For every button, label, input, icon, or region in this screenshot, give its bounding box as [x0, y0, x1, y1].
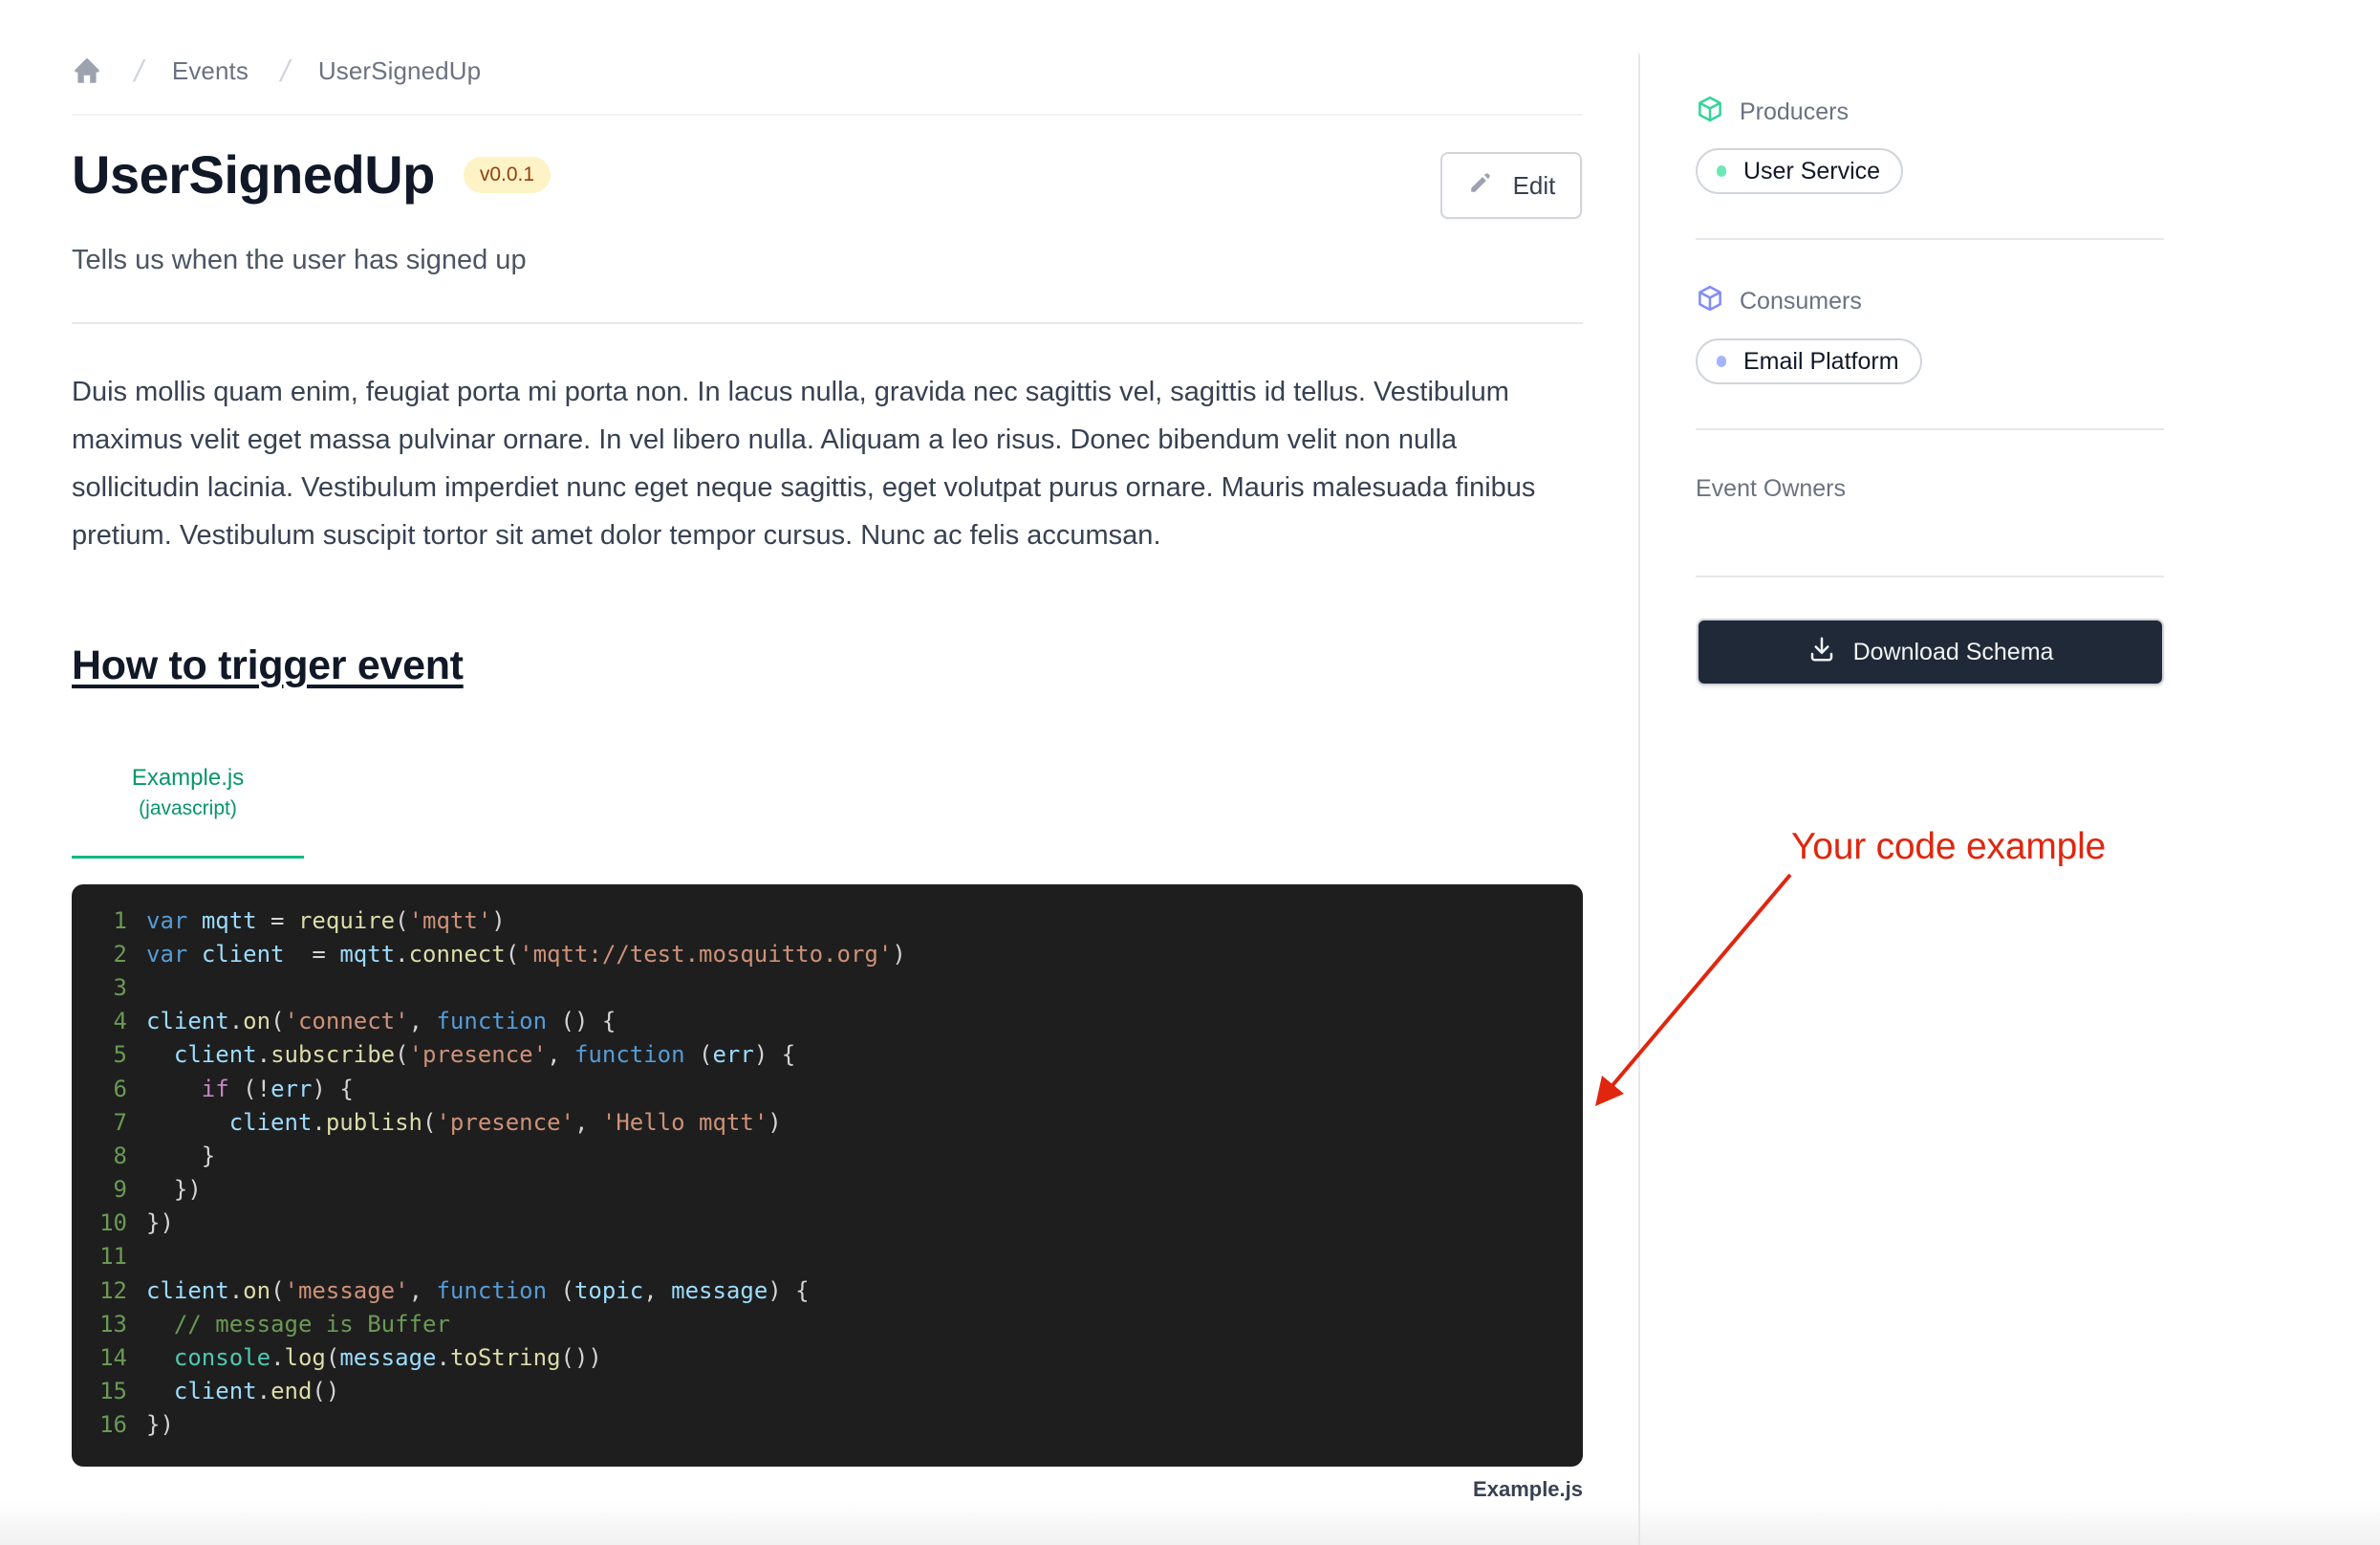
code-line: 11: [72, 1240, 1583, 1273]
code-text: client.end(): [173, 1378, 340, 1405]
code-text: if (!err) {: [201, 1075, 354, 1102]
title-row: UserSignedUp v0.0.1: [72, 143, 552, 206]
cube-icon: [1696, 95, 1724, 130]
code-tab-filename: Example.js: [131, 765, 245, 791]
page-bottom-fade: [0, 1501, 2380, 1545]
code-line: 7 client.publish('presence', 'Hello mqtt…: [72, 1105, 1583, 1139]
line-number: 1: [113, 906, 127, 934]
status-dot: [1717, 356, 1726, 367]
sidebar-divider: [1638, 54, 1640, 1545]
line-number: 2: [113, 940, 127, 968]
code-text: client.subscribe('presence', function (e…: [173, 1041, 796, 1069]
code-line: 6 if (!err) {: [72, 1072, 1583, 1105]
code-text: }): [146, 1411, 174, 1439]
line-number: 12: [99, 1276, 127, 1304]
code-line: 2 var client = mqtt.connect('mqtt://test.…: [72, 937, 1583, 970]
consumer-chip[interactable]: Email Platform: [1696, 338, 1922, 384]
event-owners-label: Event Owners: [1696, 475, 1847, 502]
edit-button[interactable]: Edit: [1440, 152, 1582, 219]
annotation-text: Your code example: [1791, 826, 2107, 867]
line-number: 6: [113, 1075, 127, 1102]
pencil-icon: [1467, 169, 1494, 203]
code-caption: Example.js: [1473, 1477, 1583, 1501]
download-icon: [1807, 635, 1836, 670]
body-paragraph: Duis mollis quam enim, feugiat porta mi …: [72, 377, 1536, 551]
code-line: 5 client.subscribe('presence', function …: [72, 1038, 1583, 1072]
consumer-name: Email Platform: [1743, 347, 1899, 375]
consumers-heading: Consumers: [1696, 284, 1862, 319]
sidebar-section-divider: [1696, 428, 2164, 430]
code-text: client.on('message', function (topic, me…: [146, 1276, 810, 1304]
code-line: 12 client.on('message', function (topic, …: [72, 1273, 1583, 1307]
code-text: }): [146, 1209, 174, 1237]
consumers-label: Consumers: [1740, 288, 1862, 315]
code-line: 14 console.log(message.toString()): [72, 1340, 1583, 1374]
breadcrumb-events[interactable]: Events: [172, 56, 249, 86]
line-number: 11: [99, 1243, 127, 1271]
code-text: var client = mqtt.connect('mqtt://test.m…: [146, 940, 906, 968]
breadcrumb-current[interactable]: UserSignedUp: [318, 56, 481, 86]
line-number: 15: [99, 1378, 127, 1405]
code-line: 8 }: [72, 1139, 1583, 1172]
line-number: 16: [99, 1411, 127, 1439]
code-line: 15 client.end(): [72, 1375, 1583, 1408]
breadcrumb: / Events / UserSignedUp: [72, 52, 481, 90]
event-summary: Tells us when the user has signed up: [72, 245, 527, 275]
section-heading: How to trigger event: [72, 642, 464, 688]
line-number: 8: [113, 1142, 127, 1169]
sidebar-section-divider: [1696, 238, 2164, 240]
cube-icon: [1696, 284, 1724, 319]
active-tab-indicator: [72, 856, 304, 859]
code-line: 16}): [72, 1408, 1583, 1442]
code-line: 3: [72, 970, 1583, 1004]
status-dot: [1717, 165, 1726, 177]
download-button-label: Download Schema: [1852, 638, 2054, 665]
producers-label: Producers: [1740, 98, 1849, 125]
code-line: 13 // message is Buffer: [72, 1307, 1583, 1340]
producer-name: User Service: [1743, 157, 1881, 185]
edit-button-label: Edit: [1512, 170, 1556, 200]
version-badge: v0.0.1: [463, 156, 552, 193]
code-line: 4 client.on('connect', function () {: [72, 1005, 1583, 1038]
breadcrumb-separator: /: [277, 53, 293, 88]
line-number: 13: [99, 1310, 127, 1338]
line-number: 5: [113, 1041, 127, 1069]
code-line: 1 var mqtt = require('mqtt'): [72, 903, 1583, 937]
code-text: // message is Buffer: [173, 1310, 450, 1338]
summary-divider: [72, 322, 1583, 324]
code-text: client.publish('presence', 'Hello mqtt'): [228, 1108, 782, 1136]
page-title: UserSignedUp: [72, 144, 435, 205]
code-text: client.on('connect', function () {: [146, 1008, 617, 1035]
line-number: 9: [113, 1176, 127, 1204]
line-number: 4: [113, 1008, 127, 1035]
code-text: }: [146, 1142, 216, 1169]
code-block[interactable]: 1 var mqtt = require('mqtt') 2 var client =…: [72, 884, 1583, 1467]
line-number: 3: [113, 973, 127, 1001]
line-number: 10: [99, 1209, 127, 1237]
home-icon[interactable]: [72, 55, 102, 86]
breadcrumb-separator: /: [131, 53, 147, 88]
code-line: 9 }): [72, 1173, 1583, 1207]
code-text: var mqtt = require('mqtt'): [146, 906, 506, 934]
code-text: }): [146, 1176, 202, 1204]
breadcrumb-divider: [72, 114, 1583, 116]
sidebar-section-divider: [1696, 576, 2164, 577]
line-number: 7: [113, 1108, 127, 1136]
producer-chip[interactable]: User Service: [1696, 148, 1904, 194]
code-text: console.log(message.toString()): [173, 1344, 602, 1372]
line-number: 14: [99, 1344, 127, 1372]
code-line: 10}): [72, 1207, 1583, 1240]
code-tab-example-js[interactable]: Example.js (javascript): [72, 765, 304, 820]
code-tab-language: (javascript): [139, 797, 237, 819]
download-schema-button[interactable]: Download Schema: [1697, 619, 2164, 685]
producers-heading: Producers: [1696, 95, 1849, 130]
